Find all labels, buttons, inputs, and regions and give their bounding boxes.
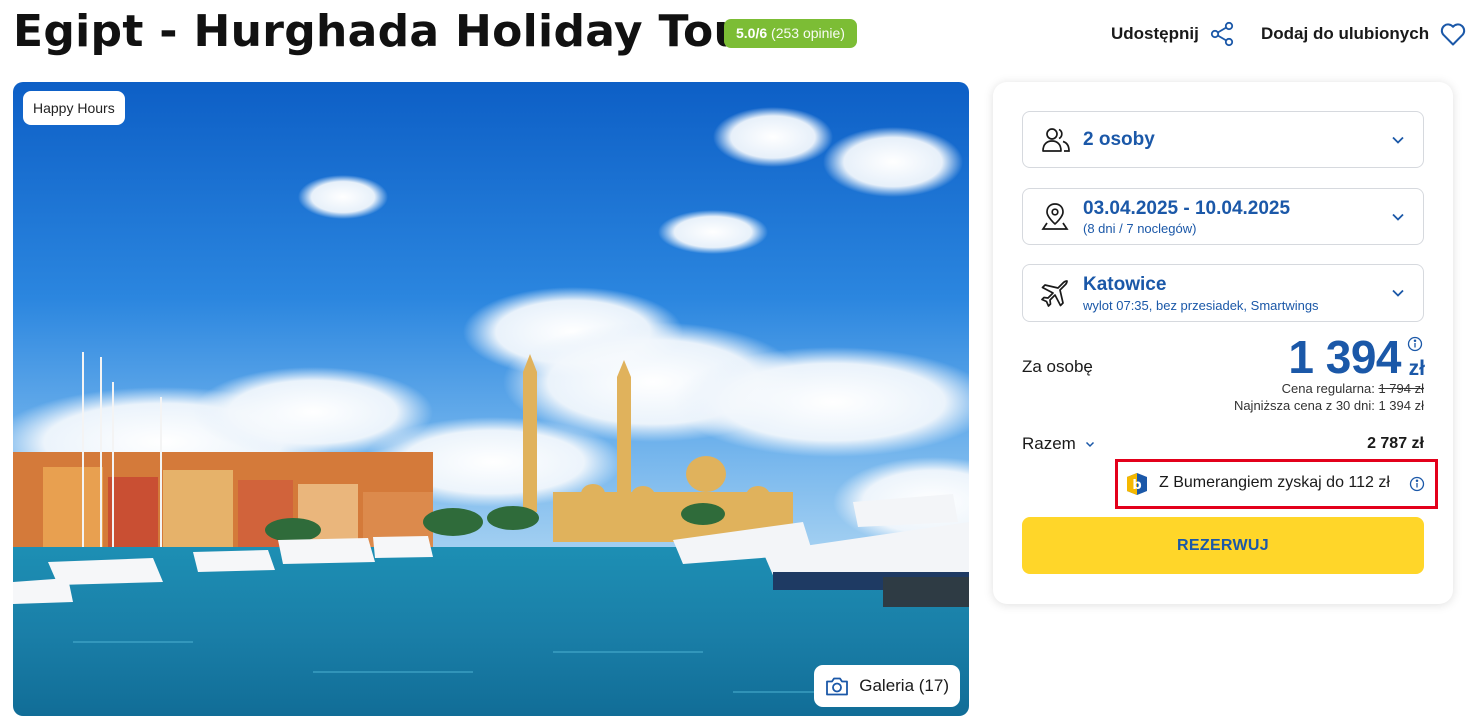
share-button[interactable]: Udostępnij [1111, 20, 1235, 48]
total-label: Razem [1022, 434, 1076, 453]
gallery-label: Galeria (17) [859, 676, 949, 695]
reserve-button[interactable]: REZERWUJ [1022, 517, 1424, 574]
add-to-favorites-button[interactable]: Dodaj do ulubionych [1261, 20, 1467, 48]
svg-text:b: b [1132, 478, 1141, 493]
departure-details: wylot 07:35, bez przesiadek, Smartwings [1083, 298, 1319, 313]
regular-price: Cena regularna: 1 794 zł [1282, 381, 1424, 396]
chevron-down-icon [1085, 441, 1094, 447]
booking-panel: 2 osoby 03.04.2025 - 10.04.2025 (8 dni /… [993, 82, 1453, 604]
airplane-icon [1041, 280, 1068, 307]
info-icon[interactable] [1409, 476, 1425, 492]
chevron-down-icon [1392, 213, 1404, 221]
total-price: 2 787 zł [1367, 435, 1424, 452]
price-currency: zł [1408, 357, 1425, 380]
total-toggle[interactable]: Razem [1022, 434, 1095, 454]
rating-count: (253 opinie) [771, 25, 845, 41]
rating-score: 5.0/6 [736, 25, 768, 41]
price-per-person: 1 394 [1288, 331, 1401, 383]
boomerang-logo-icon: b [1127, 473, 1147, 495]
departure-city: Katowice [1083, 274, 1167, 295]
gallery-button[interactable]: Galeria (17) [814, 665, 960, 707]
happy-hours-tag: Happy Hours [23, 91, 125, 125]
persons-select[interactable]: 2 osoby [1022, 111, 1424, 168]
hurghada-marina-photo [13, 82, 969, 716]
people-icon [1042, 127, 1070, 152]
hero-photo[interactable]: Happy Hours Galeria (17) [13, 82, 969, 716]
boomerang-bonus: b Z Bumerangiem zyskaj do 112 zł [1115, 459, 1438, 509]
per-person-label: Za osobę [1022, 357, 1093, 376]
dates-select[interactable]: 03.04.2025 - 10.04.2025 (8 dni / 7 nocle… [1022, 188, 1424, 245]
location-pin-icon [1041, 202, 1069, 230]
share-label: Udostępnij [1111, 24, 1199, 43]
chevron-down-icon [1392, 289, 1404, 297]
share-icon [1210, 21, 1233, 47]
persons-value: 2 osoby [1083, 129, 1155, 150]
chevron-down-icon [1392, 136, 1404, 144]
rating-badge[interactable]: 5.0/6 (253 opinie) [724, 19, 857, 48]
regular-price-value: 1 794 zł [1378, 381, 1424, 396]
dates-duration: (8 dni / 7 noclegów) [1083, 221, 1197, 236]
lowest-price-30-days: Najniższa cena z 30 dni: 1 394 zł [1233, 398, 1424, 413]
regular-price-label: Cena regularna: [1281, 381, 1375, 396]
dates-value: 03.04.2025 - 10.04.2025 [1083, 198, 1291, 219]
camera-icon [826, 677, 849, 696]
info-icon[interactable] [1407, 336, 1423, 352]
favorites-label: Dodaj do ulubionych [1261, 24, 1430, 43]
heart-icon [1440, 23, 1466, 46]
boomerang-text: Z Bumerangiem zyskaj do 112 zł [1159, 474, 1390, 491]
page-title: Egipt - Hurghada Holiday Tour [13, 6, 768, 57]
departure-select[interactable]: Katowice wylot 07:35, bez przesiadek, Sm… [1022, 264, 1424, 322]
